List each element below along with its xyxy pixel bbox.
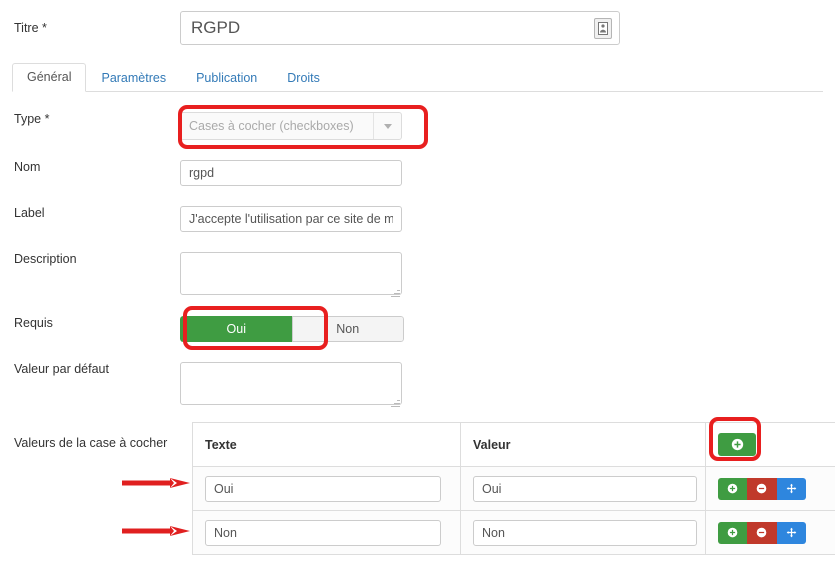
- valeur-defaut-field-label: Valeur par défaut: [14, 362, 109, 376]
- table-header-row: Texte Valeur: [192, 422, 835, 467]
- row-texte-cell: [192, 510, 461, 555]
- table-row: [192, 510, 835, 555]
- add-row-button[interactable]: [718, 433, 756, 456]
- requis-no-button[interactable]: Non: [291, 316, 404, 342]
- type-select-wrapper: Cases à cocher (checkboxes): [180, 112, 402, 140]
- row-texte-input[interactable]: [205, 519, 441, 546]
- column-header-actions: [705, 422, 835, 467]
- title-label-text: Titre: [14, 20, 39, 35]
- field-row-label: Label: [0, 206, 402, 232]
- move-arrows-icon: [786, 527, 797, 538]
- description-textarea[interactable]: [180, 252, 402, 295]
- nom-field-label: Nom: [14, 160, 41, 174]
- article-document-icon[interactable]: [594, 18, 612, 39]
- remove-row-action-button[interactable]: [747, 521, 777, 544]
- column-header-valeur: Valeur: [460, 422, 706, 467]
- label-input[interactable]: [180, 206, 402, 232]
- field-row-description: Description: [0, 252, 402, 300]
- description-textarea-wrapper: [180, 252, 402, 300]
- valeur-defaut-textarea-wrapper: [180, 362, 402, 410]
- type-label-text: Type: [14, 112, 42, 126]
- requis-yes-button[interactable]: Oui: [180, 316, 292, 342]
- tab-general[interactable]: Général: [12, 62, 87, 92]
- title-field-label: Titre *: [0, 21, 180, 36]
- row-valeur-input[interactable]: [473, 519, 697, 546]
- valeur-defaut-textarea[interactable]: [180, 362, 402, 405]
- form-editor-page: Titre * Général Paramètres Publication D…: [0, 0, 835, 562]
- tab-droits[interactable]: Droits: [272, 64, 335, 93]
- row-actions-cell: [705, 466, 835, 511]
- title-row: Titre *: [0, 10, 620, 46]
- row-action-group: [718, 477, 806, 500]
- checkbox-values-table: Texte Valeur: [192, 422, 835, 555]
- minus-circle-icon: [757, 483, 767, 494]
- tab-publication[interactable]: Publication: [181, 64, 272, 93]
- type-required-asterisk: *: [44, 112, 50, 126]
- add-row-action-button[interactable]: [718, 521, 748, 544]
- minus-circle-icon: [757, 527, 767, 538]
- move-row-action-button[interactable]: [776, 521, 806, 544]
- type-field-label: Type *: [0, 112, 180, 127]
- move-arrows-icon: [786, 483, 797, 494]
- chevron-down-icon: [373, 113, 401, 139]
- row-texte-input[interactable]: [205, 475, 441, 502]
- row-action-group: [718, 521, 806, 544]
- row-valeur-cell: [460, 466, 706, 511]
- requis-toggle-wrapper: Oui Non: [180, 316, 404, 342]
- remove-row-action-button[interactable]: [747, 477, 777, 500]
- table-row: [192, 466, 835, 511]
- type-select-value: Cases à cocher (checkboxes): [189, 119, 354, 133]
- move-row-action-button[interactable]: [776, 477, 806, 500]
- field-row-requis: Requis Oui Non: [0, 316, 404, 342]
- row-valeur-cell: [460, 510, 706, 555]
- values-section-label-row: Valeurs de la case à cocher: [0, 436, 180, 451]
- arrow-to-row-2: [122, 526, 190, 536]
- type-select[interactable]: Cases à cocher (checkboxes): [180, 112, 402, 140]
- requis-field-label: Requis: [14, 316, 53, 330]
- row-actions-cell: [705, 510, 835, 555]
- title-input-wrapper: [180, 11, 620, 45]
- tab-bar: Général Paramètres Publication Droits: [12, 60, 823, 92]
- arrow-to-row-1: [122, 478, 190, 488]
- tab-parametres[interactable]: Paramètres: [86, 64, 181, 93]
- label-input-wrapper: [180, 206, 402, 232]
- title-input[interactable]: [181, 13, 619, 43]
- title-required-asterisk: *: [42, 20, 47, 35]
- nom-input[interactable]: [180, 160, 402, 186]
- row-texte-cell: [192, 466, 461, 511]
- add-row-action-button[interactable]: [718, 477, 748, 500]
- column-header-texte: Texte: [192, 422, 461, 467]
- row-valeur-input[interactable]: [473, 475, 697, 502]
- requis-toggle-group: Oui Non: [180, 316, 404, 342]
- plus-circle-icon: [727, 527, 738, 538]
- field-row-valeur-defaut: Valeur par défaut: [0, 362, 402, 410]
- description-field-label: Description: [14, 252, 77, 266]
- nom-input-wrapper: [180, 160, 402, 186]
- values-section-label: Valeurs de la case à cocher: [14, 436, 168, 450]
- field-row-nom: Nom: [0, 160, 402, 186]
- field-row-type: Type * Cases à cocher (checkboxes): [0, 112, 402, 140]
- plus-circle-icon: [727, 483, 738, 494]
- plus-circle-icon: [731, 438, 743, 451]
- label-field-label: Label: [14, 206, 45, 220]
